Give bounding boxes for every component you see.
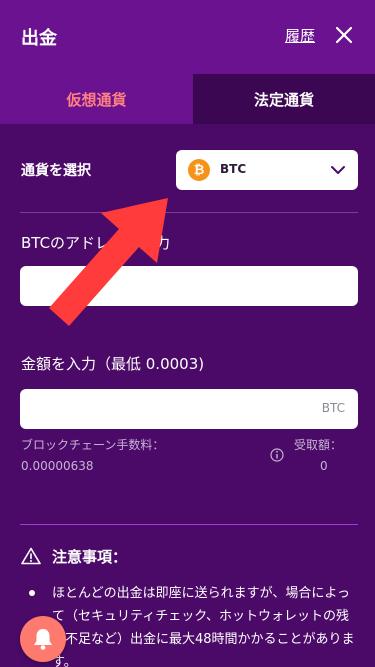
notice-text: ほとんどの出金は即座に送られますが、場合によって（セキュリティチェック、ホットウ… xyxy=(52,586,355,667)
header-bar: 出金 履歴 xyxy=(0,0,375,74)
notice-title: 注意事項： xyxy=(52,548,128,566)
divider xyxy=(20,524,358,525)
page-title: 出金 xyxy=(21,28,57,49)
currency-select[interactable]: ₿ BTC xyxy=(176,150,358,190)
currency-select-label: 通貨を選択 xyxy=(21,163,91,179)
address-label: BTCのアドレスを入力 xyxy=(21,234,171,252)
chevron-down-icon xyxy=(331,166,345,174)
amount-label: 金額を入力（最低 0.0003) xyxy=(21,355,205,373)
received-amount-label: 受取額： xyxy=(294,438,343,452)
tab-crypto[interactable]: 仮想通貨 xyxy=(0,74,193,124)
close-icon[interactable] xyxy=(334,25,354,45)
network-fee-value: 0.00000638 xyxy=(21,459,94,473)
currency-select-value: BTC xyxy=(220,162,247,176)
bell-icon xyxy=(34,629,52,650)
warning-icon xyxy=(21,547,41,565)
bitcoin-icon: ₿ xyxy=(188,159,210,181)
history-link[interactable]: 履歴 xyxy=(285,25,315,46)
currency-type-tabs: 仮想通貨 法定通貨 xyxy=(0,74,375,124)
network-fee-label: ブロックチェーン手数料： xyxy=(21,438,165,452)
info-icon[interactable] xyxy=(270,448,284,462)
received-amount-value: 0 xyxy=(320,459,328,473)
amount-currency-suffix: BTC xyxy=(321,401,345,415)
address-input[interactable] xyxy=(20,266,358,306)
amount-input[interactable]: BTC xyxy=(20,389,358,429)
bullet xyxy=(29,590,35,596)
divider xyxy=(20,212,358,213)
tab-fiat[interactable]: 法定通貨 xyxy=(193,74,375,124)
notification-button[interactable] xyxy=(20,616,66,662)
